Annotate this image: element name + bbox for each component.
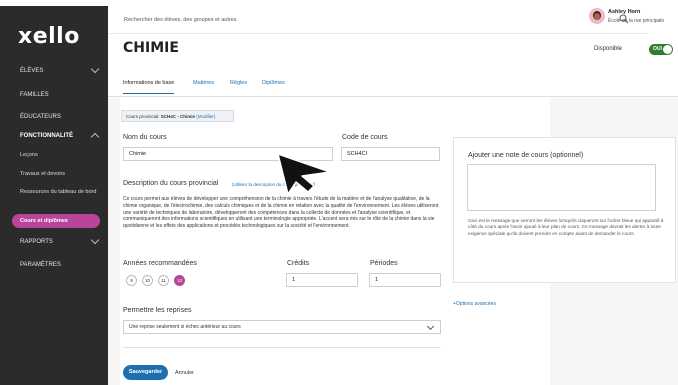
availability-label: Disponible xyxy=(594,46,623,52)
sidebar-subitem-label: Cours et diplômes xyxy=(20,218,68,224)
chevron-down-icon xyxy=(426,322,435,331)
tab-regles[interactable]: Règles xyxy=(230,80,247,86)
sidebar-item-rapports[interactable]: RAPPORTS xyxy=(0,235,108,247)
course-name-label: Nom du cours xyxy=(123,134,167,141)
modify-link[interactable]: (Modifier) xyxy=(196,114,215,119)
toggle-knob xyxy=(663,45,672,54)
provincial-code: SCH4C - Chimie xyxy=(160,114,196,119)
avatar-face xyxy=(594,13,600,20)
divider xyxy=(123,347,441,348)
chevron-down-icon xyxy=(90,64,100,74)
sidebar-subitem-lecons[interactable]: Leçons xyxy=(0,151,108,159)
course-note-help: Ceci est le message que verront les élèv… xyxy=(468,218,664,236)
periods-field[interactable]: 1 xyxy=(369,273,441,287)
search-input[interactable]: Rechercher des élèves, des groupes et au… xyxy=(124,17,237,23)
periods-label: Périodes xyxy=(370,260,398,267)
grade-10-chip[interactable]: 10 xyxy=(142,275,153,286)
sidebar-subitem-label: Ressources du tableau de bord xyxy=(20,189,97,195)
course-note-label: Ajouter une note de cours (optionnel) xyxy=(468,152,584,159)
tab-matieres[interactable]: Matières xyxy=(193,80,214,86)
cancel-button[interactable]: Annuler xyxy=(175,370,194,376)
tab-diplomes[interactable]: Diplômes xyxy=(262,80,285,86)
xello-logo[interactable]: xello xyxy=(18,24,80,49)
description-title: Description du cours provincial xyxy=(123,180,219,187)
sidebar-item-label: ÉDUCATEURS xyxy=(20,114,61,120)
page-title: CHIMIE xyxy=(123,40,179,56)
provincial-prefix: Cours provincial: xyxy=(126,114,161,119)
credits-field[interactable]: 1 xyxy=(286,273,358,287)
sidebar: xello ÉLÈVES FAMILLES ÉDUCATEURS FONCTIO… xyxy=(0,6,108,385)
advanced-options-link[interactable]: +Options avancées xyxy=(453,301,496,307)
sidebar-item-label: RAPPORTS xyxy=(20,239,53,245)
sidebar-item-label: FONCTIONNALITÉ xyxy=(20,133,73,139)
sidebar-item-familles[interactable]: FAMILLES xyxy=(0,90,108,100)
grade-12-chip[interactable]: 12 xyxy=(174,275,185,286)
provincial-course-chip: Cours provincial: SCH4C - Chimie (Modifi… xyxy=(121,110,234,122)
availability-toggle[interactable]: OUI xyxy=(649,44,673,55)
retakes-label: Permettre les reprises xyxy=(123,307,192,314)
sidebar-item-label: FAMILLES xyxy=(20,92,49,98)
user-school: École de la rue principale xyxy=(608,18,665,24)
grade-11-chip[interactable]: 11 xyxy=(158,275,169,286)
grade-9-chip[interactable]: 9 xyxy=(126,275,137,286)
search-bar[interactable]: Rechercher des élèves, des groupes et au… xyxy=(108,6,648,34)
chevron-down-icon xyxy=(90,235,100,245)
chevron-up-icon xyxy=(90,132,100,142)
description-text[interactable]: Ce cours permet aux élèves de développer… xyxy=(123,196,443,230)
tab-informations[interactable]: Informations de base xyxy=(123,80,175,94)
sidebar-subitem-ressources[interactable]: Ressources du tableau de bord xyxy=(0,188,100,196)
course-note-textarea[interactable] xyxy=(467,164,656,211)
retakes-select[interactable]: Une reprise seulement si échec antérieur… xyxy=(123,320,441,334)
sidebar-item-educateurs[interactable]: ÉDUCATEURS xyxy=(0,112,108,122)
sidebar-item-eleves[interactable]: ÉLÈVES xyxy=(0,64,108,76)
user-name[interactable]: Ashley Horn xyxy=(608,9,640,15)
course-code-field[interactable]: SCH4CI xyxy=(341,147,440,161)
app-frame: xello ÉLÈVES FAMILLES ÉDUCATEURS FONCTIO… xyxy=(0,0,678,385)
credits-label: Crédits xyxy=(287,260,310,267)
sidebar-subitem-label: Leçons xyxy=(20,152,38,158)
sidebar-item-fonctionnalite[interactable]: FONCTIONNALITÉ xyxy=(0,131,108,142)
save-button[interactable]: Sauvegarder xyxy=(123,365,168,380)
sidebar-subitem-cours-diplomes[interactable]: Cours et diplômes xyxy=(12,214,100,228)
cursor-icon xyxy=(277,153,331,195)
sidebar-item-label: ÉLÈVES xyxy=(20,68,44,74)
tab-bar: Informations de base Matières Règles Dip… xyxy=(108,75,678,97)
retakes-select-value: Une reprise seulement si échec antérieur… xyxy=(129,324,241,330)
avatar[interactable] xyxy=(589,8,605,24)
toggle-label: OUI xyxy=(653,46,662,52)
sidebar-subitem-travaux[interactable]: Travaux et devoirs xyxy=(0,170,108,178)
sidebar-item-label: PARAMÈTRES xyxy=(20,262,61,268)
sidebar-item-parametres[interactable]: PARAMÈTRES xyxy=(0,260,108,270)
grades-label: Années recommandées xyxy=(123,260,197,267)
course-code-label: Code de cours xyxy=(342,134,388,141)
sidebar-subitem-label: Travaux et devoirs xyxy=(20,171,66,177)
